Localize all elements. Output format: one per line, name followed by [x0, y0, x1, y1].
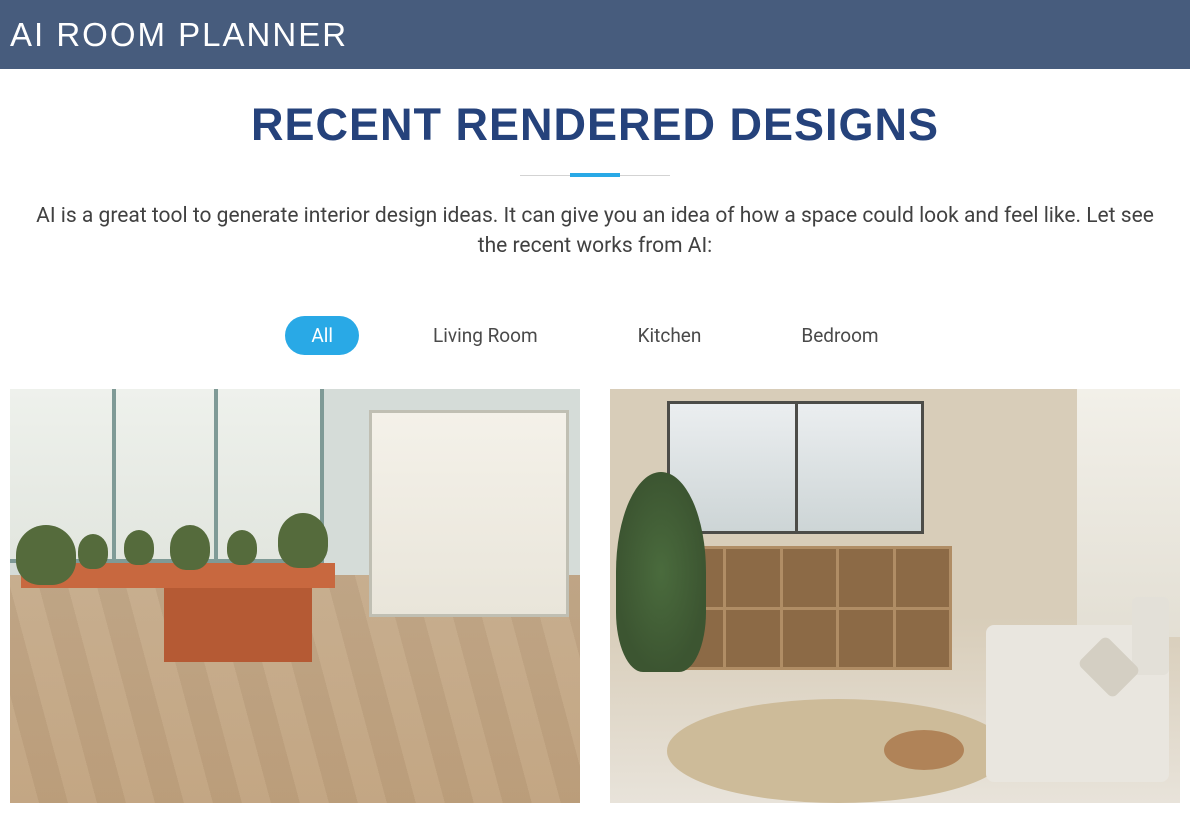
site-header: AI ROOM PLANNER	[0, 0, 1190, 69]
filter-tab-kitchen[interactable]: Kitchen	[612, 316, 728, 355]
design-card[interactable]	[10, 389, 580, 803]
filter-tabs: All Living Room Kitchen Bedroom	[10, 316, 1180, 355]
filter-tab-bedroom[interactable]: Bedroom	[775, 316, 904, 355]
filter-tab-living-room[interactable]: Living Room	[407, 316, 564, 355]
filter-tab-all[interactable]: All	[285, 316, 359, 355]
title-divider	[10, 173, 1180, 177]
main-content: RECENT RENDERED DESIGNS AI is a great to…	[0, 69, 1190, 803]
logo[interactable]: AI ROOM PLANNER	[10, 16, 348, 54]
design-gallery	[10, 389, 1180, 803]
page-description: AI is a great tool to generate interior …	[10, 201, 1180, 262]
page-title: RECENT RENDERED DESIGNS	[10, 99, 1180, 151]
design-card[interactable]	[610, 389, 1180, 803]
